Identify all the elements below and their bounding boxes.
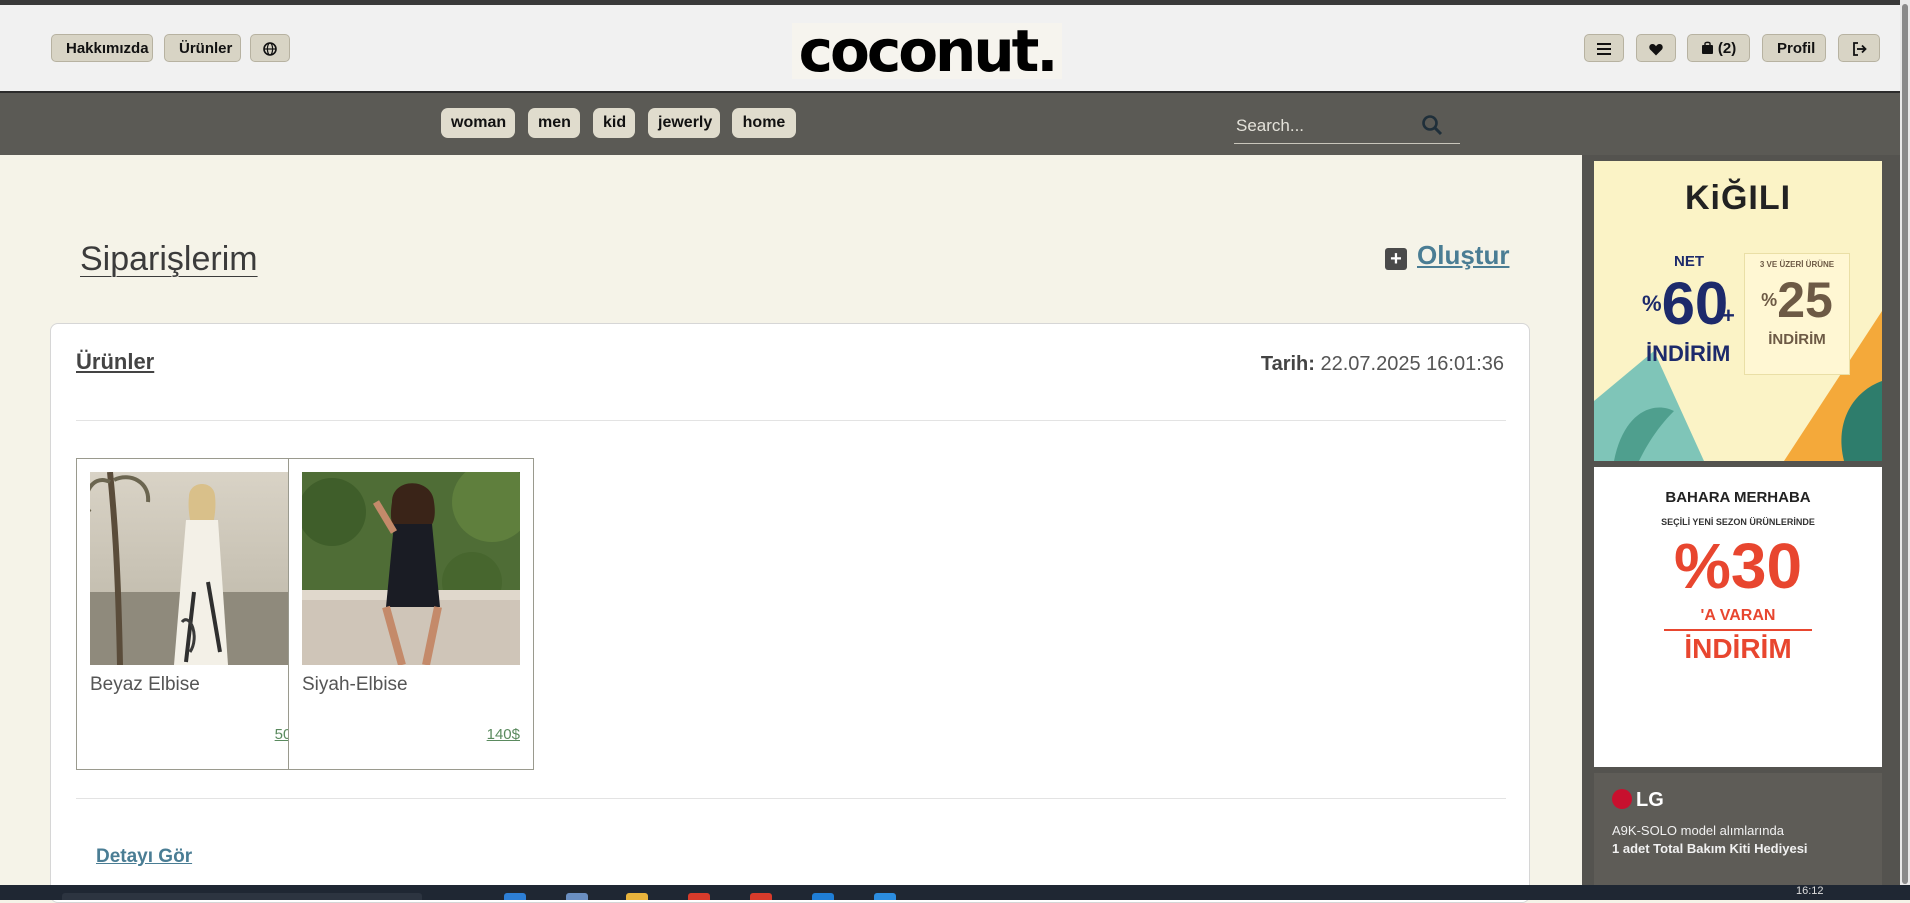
- order-date: Tarih: 22.07.2025 16:01:36: [1261, 353, 1504, 376]
- product-card-beyaz-elbise[interactable]: Beyaz Elbise 500$: [76, 458, 322, 770]
- search-icon[interactable]: [1420, 113, 1444, 137]
- ad-main-percent: %60: [1642, 270, 1729, 337]
- order-date-label: Tarih:: [1260, 353, 1315, 375]
- category-men[interactable]: men: [528, 108, 580, 138]
- favorites-button[interactable]: [1636, 34, 1676, 62]
- lg-logo-icon: [1612, 789, 1632, 809]
- logout-button[interactable]: [1838, 34, 1880, 62]
- bag-icon: [1701, 41, 1713, 54]
- taskbar-clock[interactable]: 16:12: [1796, 885, 1824, 897]
- os-taskbar: 16:12: [0, 885, 1910, 900]
- taskbar-search-box[interactable]: [62, 893, 422, 900]
- ad-lg-line2: 1 adet Total Bakım Kiti Hediyesi: [1612, 841, 1808, 856]
- create-button-label: Oluştur: [1417, 240, 1510, 270]
- product-price[interactable]: 140$: [487, 726, 520, 743]
- taskbar-app-icon[interactable]: [566, 893, 588, 900]
- product-card-siyah-elbise[interactable]: Siyah-Elbise 140$: [288, 458, 534, 770]
- heart-icon: [1649, 44, 1663, 56]
- ad-subline: SEÇİLİ YENİ SEZON ÜRÜNLERİNDE: [1661, 517, 1815, 527]
- card-divider: [76, 420, 1506, 421]
- search-input[interactable]: [1234, 111, 1418, 141]
- ad-lg[interactable]: LG A9K-SOLO model alımlarında 1 adet Tot…: [1594, 773, 1882, 885]
- ad-extra-box: 3 VE ÜZERİ ÜRÜNE %25 İNDİRİM: [1744, 253, 1850, 375]
- ad-lg-line1: A9K-SOLO model alımlarında: [1612, 823, 1784, 838]
- category-home[interactable]: home: [732, 108, 796, 138]
- taskbar-app-icon[interactable]: [812, 893, 834, 900]
- card-divider: [76, 798, 1506, 799]
- ad-brand: KiĞILI: [1684, 179, 1792, 217]
- view-detail-link[interactable]: Detayı Gör: [96, 846, 192, 868]
- taskbar-app-icon[interactable]: [504, 893, 526, 900]
- page-scrollbar-thumb[interactable]: [1902, 4, 1908, 884]
- profile-button[interactable]: Profil: [1762, 34, 1826, 62]
- ad-main-label: İNDİRİM: [1646, 341, 1731, 366]
- ad-lg-brand: LG: [1612, 789, 1664, 812]
- menu-button[interactable]: [1584, 34, 1624, 62]
- taskbar-app-icon[interactable]: [688, 893, 710, 900]
- ad-headline: BAHARA MERHABA: [1665, 489, 1811, 506]
- main-content: Siparişlerim + Oluştur Ürünler Tarih: 22…: [0, 155, 1582, 903]
- site-logo[interactable]: coconut.: [792, 22, 1062, 80]
- taskbar-browser-icon[interactable]: [750, 893, 772, 900]
- ad-plus: +: [1722, 303, 1735, 328]
- ad-spring-sale[interactable]: BAHARA MERHABA SEÇİLİ YENİ SEZON ÜRÜNLER…: [1594, 467, 1882, 767]
- ad-percent: %30: [1673, 530, 1803, 602]
- menu-icon: [1597, 43, 1611, 55]
- taskbar-app-icon[interactable]: [874, 893, 896, 900]
- cart-button[interactable]: (2): [1687, 34, 1750, 62]
- product-name: Siyah-Elbise: [302, 674, 408, 695]
- ad-kigili[interactable]: KiĞILI NET %60 İNDİRİM + 3 VE ÜZERİ ÜRÜN…: [1594, 161, 1882, 461]
- about-button[interactable]: Hakkımızda: [51, 34, 153, 62]
- search-box: [1234, 107, 1460, 144]
- ad-indirim: İNDİRİM: [1684, 633, 1792, 664]
- order-products-title: Ürünler: [76, 349, 155, 374]
- page-title: Siparişlerim: [80, 240, 258, 278]
- ad-sidebar: KiĞILI NET %60 İNDİRİM + 3 VE ÜZERİ ÜRÜN…: [1582, 155, 1900, 885]
- product-image: [302, 472, 520, 665]
- order-card: Ürünler Tarih: 22.07.2025 16:01:36 Beyaz…: [50, 323, 1530, 903]
- ad-net-label: NET: [1674, 253, 1704, 270]
- category-jewerly[interactable]: jewerly: [648, 108, 720, 138]
- taskbar-folder-icon[interactable]: [626, 893, 648, 900]
- order-date-value: 22.07.2025 16:01:36: [1320, 353, 1504, 375]
- category-woman[interactable]: woman: [441, 108, 515, 138]
- ad-varan: 'A VARAN: [1700, 607, 1776, 624]
- plus-square-icon: +: [1385, 248, 1407, 270]
- products-nav-button[interactable]: Ürünler: [164, 34, 241, 62]
- category-kid[interactable]: kid: [593, 108, 635, 138]
- cart-count: (2): [1717, 40, 1737, 57]
- site-header: Hakkımızda Ürünler coconut. (2) Profil: [0, 5, 1900, 93]
- category-bar: woman men kid jewerly home: [0, 93, 1900, 155]
- product-image: [90, 472, 308, 665]
- language-button[interactable]: [250, 34, 290, 62]
- logout-icon: [1852, 42, 1867, 56]
- globe-icon: [263, 42, 277, 56]
- ad-rule: [1664, 629, 1812, 631]
- product-name: Beyaz Elbise: [90, 674, 200, 695]
